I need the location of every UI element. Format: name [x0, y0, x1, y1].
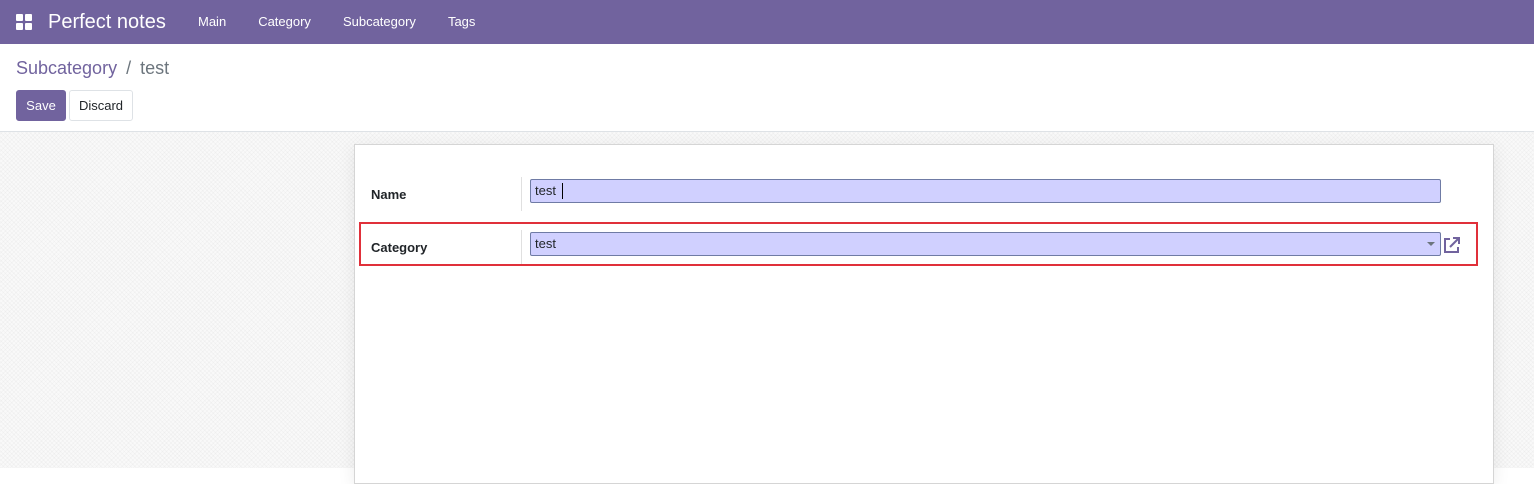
- menu-item-category[interactable]: Category: [242, 0, 327, 44]
- discard-button[interactable]: Discard: [69, 90, 133, 121]
- top-navbar: Perfect notes Main Category Subcategory …: [0, 0, 1534, 44]
- field-divider: [521, 230, 522, 264]
- category-value: test: [535, 236, 556, 251]
- control-panel: Subcategory / test Save Discard: [0, 44, 1534, 132]
- category-field-row: Category test: [355, 230, 1493, 264]
- text-cursor: [562, 183, 563, 199]
- name-input[interactable]: test: [530, 179, 1441, 203]
- main-menu: Main Category Subcategory Tags: [182, 0, 491, 44]
- menu-item-main[interactable]: Main: [182, 0, 242, 44]
- form-sheet: Name test Category test: [354, 144, 1494, 484]
- name-field-row: Name test: [355, 177, 1493, 211]
- save-button[interactable]: Save: [16, 90, 66, 121]
- breadcrumb-separator: /: [126, 58, 132, 78]
- menu-item-subcategory[interactable]: Subcategory: [327, 0, 432, 44]
- menu-item-tags[interactable]: Tags: [432, 0, 491, 44]
- category-label: Category: [371, 240, 428, 255]
- form-view-background: Name test Category test: [0, 132, 1534, 484]
- caret-down-icon[interactable]: [1427, 242, 1435, 246]
- name-label: Name: [371, 187, 407, 202]
- category-select[interactable]: test: [530, 232, 1441, 256]
- external-link-icon[interactable]: [1442, 235, 1462, 255]
- field-divider: [521, 177, 522, 211]
- breadcrumb-parent[interactable]: Subcategory: [16, 58, 117, 78]
- breadcrumb: Subcategory / test: [16, 57, 169, 79]
- breadcrumb-current: test: [140, 58, 170, 78]
- apps-grid-icon[interactable]: [16, 14, 32, 30]
- app-title[interactable]: Perfect notes: [48, 10, 166, 34]
